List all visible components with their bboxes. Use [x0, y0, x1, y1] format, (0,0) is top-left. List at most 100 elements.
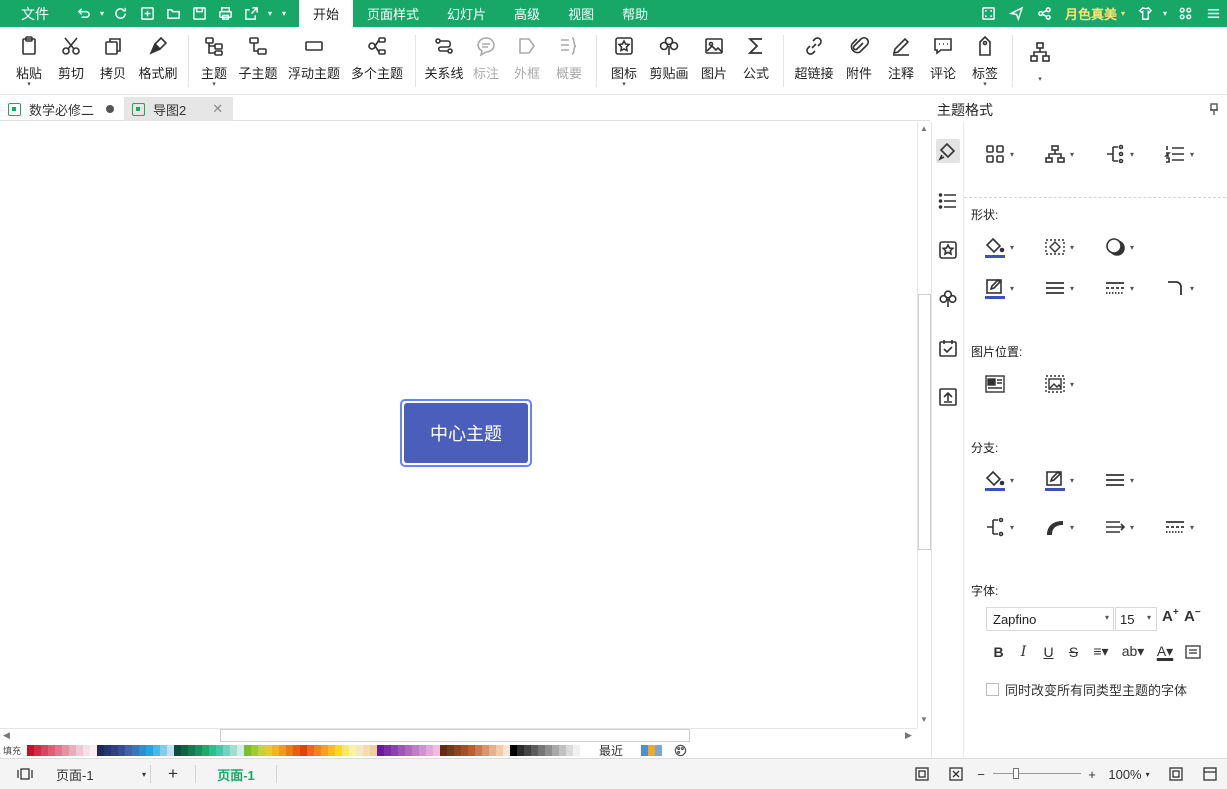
- color-swatch[interactable]: [209, 744, 216, 756]
- print-icon[interactable]: [212, 0, 238, 27]
- color-swatch[interactable]: [160, 744, 167, 756]
- structure-grid-button[interactable]: ▾: [984, 141, 1044, 167]
- scroll-left-icon[interactable]: ◀: [3, 730, 10, 741]
- tab-advanced[interactable]: 高级: [500, 0, 554, 27]
- color-swatch[interactable]: [489, 744, 496, 756]
- branch-arrow-button[interactable]: ▾: [1104, 514, 1164, 540]
- redo-icon[interactable]: [108, 0, 134, 27]
- comment-button[interactable]: 评论: [922, 27, 964, 95]
- color-swatch[interactable]: [293, 744, 300, 756]
- structure-numbered-list-button[interactable]: ▾: [1164, 141, 1224, 167]
- underline-icon[interactable]: U: [1036, 644, 1061, 660]
- callout-button[interactable]: 标注: [466, 27, 506, 95]
- layout-button[interactable]: ▾: [1019, 27, 1061, 95]
- structure-org-button[interactable]: ▾: [1044, 141, 1104, 167]
- color-swatch[interactable]: [300, 744, 307, 756]
- color-swatch[interactable]: [342, 744, 349, 756]
- vertical-scrollbar[interactable]: ▲ ▼: [917, 122, 931, 728]
- color-swatch[interactable]: [216, 744, 223, 756]
- formula-button[interactable]: 公式: [735, 27, 777, 95]
- color-swatch[interactable]: [496, 744, 503, 756]
- color-swatch[interactable]: [48, 744, 55, 756]
- color-swatch[interactable]: [167, 744, 174, 756]
- text-case-icon[interactable]: ab▾: [1116, 643, 1150, 660]
- page-select[interactable]: 页面-1 ▾: [50, 765, 150, 784]
- color-swatch[interactable]: [62, 744, 69, 756]
- color-swatch[interactable]: [258, 744, 265, 756]
- star-badge-icon[interactable]: [936, 238, 960, 262]
- color-swatch[interactable]: [265, 744, 272, 756]
- color-swatch[interactable]: [510, 744, 517, 756]
- corner-radius-button[interactable]: ▾: [1164, 275, 1224, 301]
- color-swatch[interactable]: [384, 744, 391, 756]
- color-swatch[interactable]: [146, 744, 153, 756]
- fit-page-icon[interactable]: [905, 767, 939, 781]
- structure-branch-button[interactable]: ▾: [1104, 141, 1164, 167]
- send-icon[interactable]: [1003, 0, 1031, 27]
- recent-color-swatch[interactable]: [655, 744, 663, 756]
- color-swatch[interactable]: [524, 744, 531, 756]
- font-grow-icon[interactable]: A+: [1162, 607, 1179, 625]
- multiple-topics-button[interactable]: 多个主题: [345, 27, 409, 95]
- color-swatch[interactable]: [34, 744, 41, 756]
- font-color-icon[interactable]: A▾: [1150, 643, 1180, 660]
- fullscreen-icon[interactable]: [975, 0, 1003, 27]
- tab-view[interactable]: 视图: [554, 0, 608, 27]
- boundary-button[interactable]: 外框: [506, 27, 548, 95]
- color-swatch[interactable]: [573, 744, 580, 756]
- color-swatch[interactable]: [356, 744, 363, 756]
- presentation-icon[interactable]: [1193, 767, 1227, 781]
- color-swatch[interactable]: [391, 744, 398, 756]
- image-text-layout-button[interactable]: [984, 371, 1044, 397]
- color-swatch[interactable]: [279, 744, 286, 756]
- scroll-up-icon[interactable]: ▲: [920, 124, 928, 133]
- format-painter-button[interactable]: 格式刷: [134, 27, 182, 95]
- color-swatch[interactable]: [69, 744, 76, 756]
- color-swatch[interactable]: [286, 744, 293, 756]
- color-swatch[interactable]: [111, 744, 118, 756]
- icon-button[interactable]: 图标 ▾: [603, 27, 645, 95]
- undo-icon[interactable]: [70, 0, 96, 27]
- upload-icon[interactable]: [936, 385, 960, 409]
- branch-connector-button[interactable]: ▾: [984, 514, 1044, 540]
- close-icon[interactable]: ✕: [212, 101, 223, 117]
- color-swatch[interactable]: [237, 744, 244, 756]
- color-swatch[interactable]: [307, 744, 314, 756]
- tab-help[interactable]: 帮助: [608, 0, 662, 27]
- color-swatch[interactable]: [482, 744, 489, 756]
- color-swatch[interactable]: [230, 744, 237, 756]
- zoom-out-icon[interactable]: −: [973, 767, 989, 782]
- border-dash-button[interactable]: ▾: [1104, 275, 1164, 301]
- font-size-select[interactable]: 15 ▾: [1115, 607, 1157, 631]
- color-swatch[interactable]: [545, 744, 552, 756]
- color-swatch[interactable]: [426, 744, 433, 756]
- customize-toolbar-icon[interactable]: ▾: [276, 0, 292, 27]
- color-swatch[interactable]: [405, 744, 412, 756]
- italic-icon[interactable]: I: [1011, 644, 1036, 660]
- same-font-checkbox[interactable]: [986, 683, 999, 696]
- clover-icon[interactable]: [936, 287, 960, 311]
- zoom-in-icon[interactable]: +: [1085, 767, 1099, 782]
- theme-dropdown-icon[interactable]: ▾: [1159, 0, 1171, 27]
- color-swatch[interactable]: [321, 744, 328, 756]
- color-swatch[interactable]: [202, 744, 209, 756]
- branch-line-color-button[interactable]: ▾: [1044, 467, 1104, 493]
- color-swatch[interactable]: [104, 744, 111, 756]
- relationship-button[interactable]: 关系线: [422, 27, 466, 95]
- color-swatch[interactable]: [454, 744, 461, 756]
- color-swatch[interactable]: [55, 744, 62, 756]
- tag-button[interactable]: 标签 ▾: [964, 27, 1006, 95]
- color-swatch[interactable]: [552, 744, 559, 756]
- color-swatch[interactable]: [398, 744, 405, 756]
- outline-list-icon[interactable]: [936, 189, 960, 213]
- new-file-icon[interactable]: [134, 0, 160, 27]
- recent-color-swatch[interactable]: [641, 744, 649, 756]
- color-swatch[interactable]: [363, 744, 370, 756]
- image-position-button[interactable]: ▾: [1044, 371, 1104, 397]
- color-swatch[interactable]: [440, 744, 447, 756]
- font-family-select[interactable]: Zapfino ▾: [986, 607, 1114, 631]
- color-swatch[interactable]: [538, 744, 545, 756]
- align-icon[interactable]: ≡▾: [1086, 643, 1116, 660]
- zoom-slider[interactable]: [989, 768, 1085, 779]
- color-swatch[interactable]: [531, 744, 538, 756]
